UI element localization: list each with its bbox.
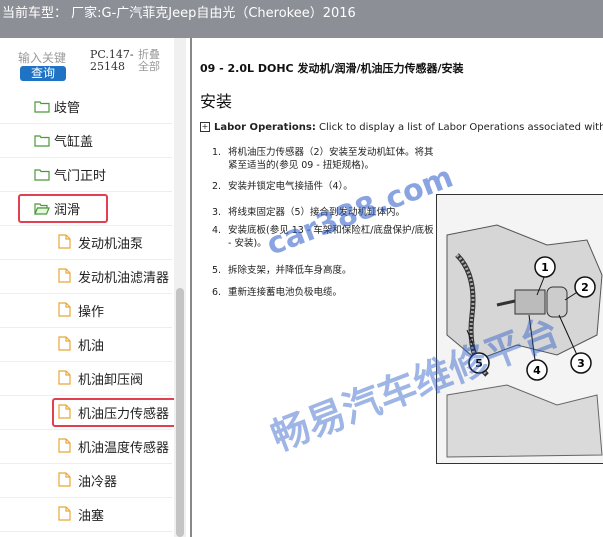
- step-text: 拆除支架，并降低车身高度。: [228, 265, 352, 276]
- document-icon: [58, 234, 71, 253]
- document-icon: [58, 506, 71, 525]
- tree-item[interactable]: 发动机油泵: [0, 226, 172, 260]
- search-area: 查询 PC.147-25148 折叠全部: [0, 38, 190, 90]
- tree-item-label: 气门正时: [54, 169, 107, 184]
- document-icon: [58, 472, 71, 491]
- labor-heading: Labor Operations:: [214, 122, 316, 133]
- document-icon: [58, 370, 71, 389]
- folder-icon: [34, 132, 50, 151]
- step-number: 2.: [212, 181, 222, 192]
- tree-item-label: 歧管: [54, 101, 81, 116]
- tree-scrollbar[interactable]: [174, 38, 186, 537]
- tree-item-label: 发动机油泵: [78, 237, 144, 252]
- tree-item[interactable]: 油冷器: [0, 464, 172, 498]
- step-number: 6.: [212, 287, 222, 298]
- step-number: 5.: [212, 265, 222, 276]
- document-pane: 09 - 2.0L DOHC 发动机/润滑/机油压力传感器/安装 安装 + Lab…: [192, 38, 603, 537]
- tree-item-label: 操作: [78, 305, 105, 320]
- collapse-all-link[interactable]: 折叠全部: [138, 49, 168, 73]
- step-number: 1.: [212, 147, 222, 158]
- tree-item[interactable]: 发动机油滤清器: [0, 260, 172, 294]
- header-bar: 当前车型： 厂家:G-广汽菲克Jeep自由光（Cherokee）2016: [0, 0, 603, 38]
- step-text: 重新连接蓄电池负极电缆。: [228, 287, 343, 298]
- vehicle-title: 当前车型： 厂家:G-广汽菲克Jeep自由光（Cherokee）2016: [2, 6, 356, 21]
- tree-item-label: 气缸盖: [54, 135, 94, 150]
- callout-2-label: 2: [581, 281, 589, 294]
- folder-icon: [34, 166, 50, 185]
- pc-code: PC.147-25148: [90, 48, 134, 73]
- labor-operations[interactable]: + Labor Operations: Click to display a li…: [200, 122, 603, 133]
- section-heading: 安装: [200, 92, 233, 111]
- expand-icon[interactable]: +: [200, 122, 210, 132]
- callout-3-label: 3: [577, 357, 585, 370]
- left-panel: 查询 PC.147-25148 折叠全部 歧管气缸盖气门正时润滑发动机油泵发动机…: [0, 38, 190, 537]
- tree-item[interactable]: 机油温度传感器: [0, 430, 172, 464]
- tree-item-label: 发动机油滤清器: [78, 271, 170, 286]
- document-title: 09 - 2.0L DOHC 发动机/润滑/机油压力传感器/安装: [200, 62, 464, 75]
- folder-icon: [34, 98, 50, 117]
- tree-item[interactable]: 歧管: [0, 90, 172, 124]
- document-icon: [58, 268, 71, 287]
- tree-item-label: 油塞: [78, 509, 105, 524]
- callout-1-label: 1: [541, 261, 549, 274]
- labor-text: Click to display a list of Labor Operati…: [319, 122, 603, 133]
- tree-item[interactable]: 机油: [0, 328, 172, 362]
- document-icon: [58, 302, 71, 321]
- tree-item[interactable]: 油塞: [0, 498, 172, 532]
- search-input[interactable]: [18, 51, 84, 65]
- document-icon: [58, 336, 71, 355]
- tree-item-label: 机油: [78, 339, 105, 354]
- search-button[interactable]: 查询: [20, 66, 66, 81]
- step-number: 3.: [212, 207, 222, 218]
- tree-item[interactable]: 机油压力传感器: [0, 396, 180, 430]
- tree-item[interactable]: 润滑: [0, 192, 172, 226]
- tree-item-label: 机油卸压阀: [78, 373, 144, 388]
- highlight-box: [18, 194, 108, 223]
- step-text: 将机油压力传感器（2）安装至发动机缸体。将其紧至适当的(参见 09 - 扭矩规格…: [228, 147, 434, 171]
- tree-item[interactable]: 操作: [0, 294, 172, 328]
- tree-item-label: 机油温度传感器: [78, 441, 170, 456]
- tree-item-label: 油冷器: [78, 475, 118, 490]
- document-icon: [58, 438, 71, 457]
- highlight-box: [52, 398, 180, 427]
- tree-item[interactable]: 气门正时: [0, 158, 172, 192]
- step-number: 4.: [212, 225, 222, 236]
- scrollbar-thumb[interactable]: [176, 288, 184, 537]
- callout-4-label: 4: [533, 364, 541, 377]
- tree-item[interactable]: 机油卸压阀: [0, 362, 172, 396]
- tree-item[interactable]: 气缸盖: [0, 124, 172, 158]
